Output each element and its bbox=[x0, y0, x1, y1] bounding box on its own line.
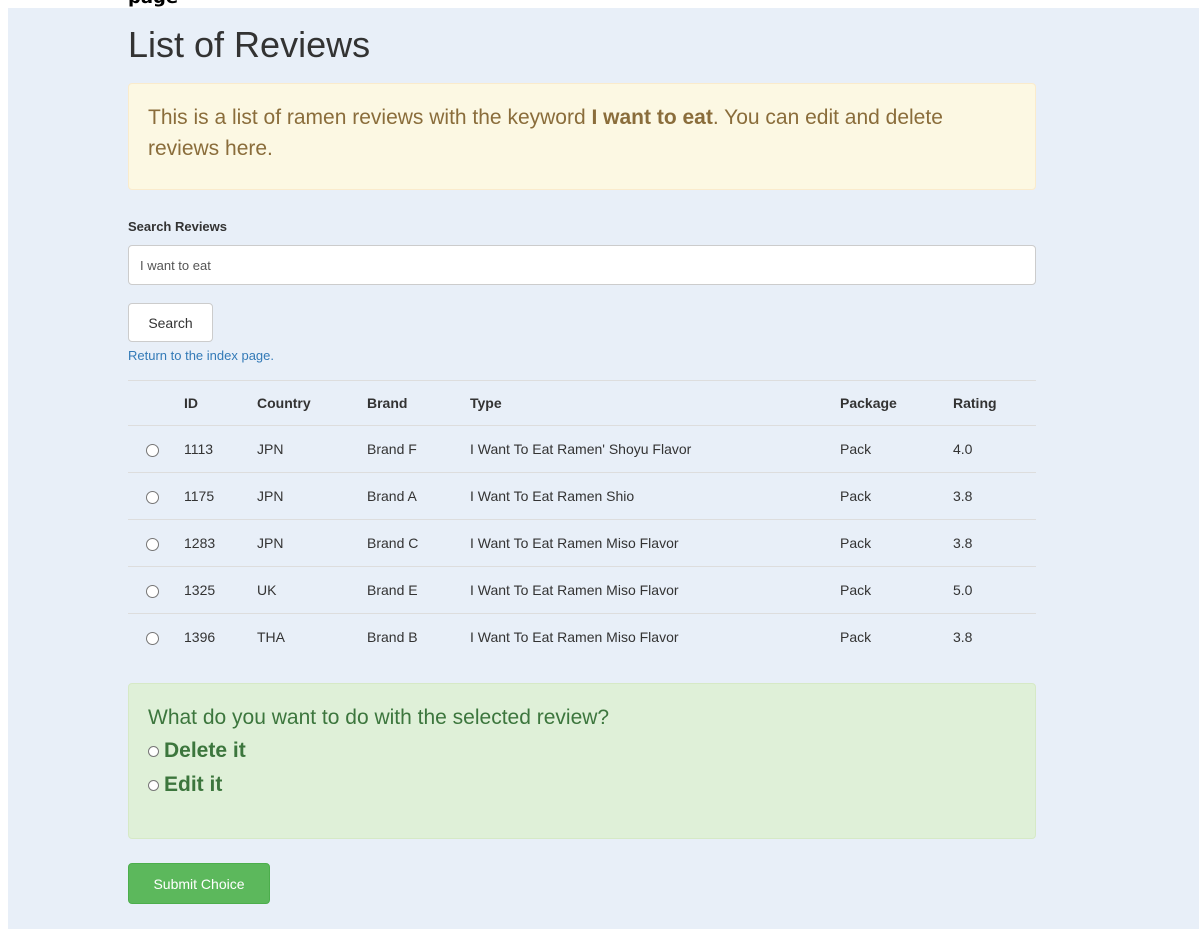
action-box: What do you want to do with the selected… bbox=[128, 683, 1036, 839]
cell-package: Pack bbox=[840, 519, 953, 567]
header-select bbox=[128, 380, 184, 426]
cell-rating: 5.0 bbox=[953, 566, 1036, 614]
search-label: Search Reviews bbox=[128, 219, 228, 234]
table-row: 1396 THA Brand B I Want To Eat Ramen Mis… bbox=[128, 613, 1036, 660]
top-strip: page bbox=[0, 0, 1199, 8]
cell-brand: Brand A bbox=[367, 472, 470, 520]
cell-type: I Want To Eat Ramen' Shoyu Flavor bbox=[470, 425, 840, 473]
cell-country: THA bbox=[257, 613, 367, 660]
header-type: Type bbox=[470, 380, 840, 426]
cell-rating: 4.0 bbox=[953, 425, 1036, 473]
page-title: List of Reviews bbox=[128, 24, 371, 65]
select-cell bbox=[128, 425, 184, 473]
search-input[interactable] bbox=[128, 245, 1036, 285]
cell-country: JPN bbox=[257, 472, 367, 520]
table-row: 1175 JPN Brand A I Want To Eat Ramen Shi… bbox=[128, 472, 1036, 520]
header-id: ID bbox=[184, 380, 257, 426]
edit-option-label: Edit it bbox=[164, 773, 223, 796]
table-row: 1283 JPN Brand C I Want To Eat Ramen Mis… bbox=[128, 519, 1036, 567]
edit-radio[interactable] bbox=[148, 779, 159, 791]
cell-rating: 3.8 bbox=[953, 613, 1036, 660]
select-cell bbox=[128, 566, 184, 614]
cell-id: 1113 bbox=[184, 425, 257, 473]
cell-type: I Want To Eat Ramen Miso Flavor bbox=[470, 566, 840, 614]
cell-type: I Want To Eat Ramen Shio bbox=[470, 472, 840, 520]
cell-brand: Brand B bbox=[367, 613, 470, 660]
delete-option-label: Delete it bbox=[164, 739, 246, 762]
top-heading-fragment: page bbox=[128, 0, 178, 8]
row-select-radio[interactable] bbox=[146, 631, 159, 645]
row-select-radio[interactable] bbox=[146, 490, 159, 504]
table-row: 1325 UK Brand E I Want To Eat Ramen Miso… bbox=[128, 566, 1036, 614]
cell-package: Pack bbox=[840, 472, 953, 520]
notice-keyword: I want to eat bbox=[591, 106, 713, 129]
cell-type: I Want To Eat Ramen Miso Flavor bbox=[470, 613, 840, 660]
select-cell bbox=[128, 613, 184, 660]
return-index-link[interactable]: Return to the index page. bbox=[128, 348, 274, 363]
header-brand: Brand bbox=[367, 380, 470, 426]
select-cell bbox=[128, 519, 184, 567]
action-question: What do you want to do with the selected… bbox=[148, 706, 610, 729]
edit-option[interactable]: Edit it bbox=[148, 768, 1016, 802]
cell-type: I Want To Eat Ramen Miso Flavor bbox=[470, 519, 840, 567]
cell-package: Pack bbox=[840, 566, 953, 614]
cell-rating: 3.8 bbox=[953, 472, 1036, 520]
row-select-radio[interactable] bbox=[146, 443, 159, 457]
cell-id: 1175 bbox=[184, 472, 257, 520]
submit-choice-button[interactable]: Submit Choice bbox=[128, 863, 270, 904]
cell-id: 1396 bbox=[184, 613, 257, 660]
header-rating: Rating bbox=[953, 380, 1036, 426]
table-header-row: ID Country Brand Type Package Rating bbox=[128, 380, 1036, 426]
cell-country: UK bbox=[257, 566, 367, 614]
table-row: 1113 JPN Brand F I Want To Eat Ramen' Sh… bbox=[128, 425, 1036, 473]
cell-brand: Brand F bbox=[367, 425, 470, 473]
search-button[interactable]: Search bbox=[128, 303, 213, 342]
row-select-radio[interactable] bbox=[146, 584, 159, 598]
cell-brand: Brand E bbox=[367, 566, 470, 614]
reviews-table: ID Country Brand Type Package Rating 111… bbox=[128, 380, 1036, 660]
notice-prefix: This is a list of ramen reviews with the… bbox=[148, 106, 592, 129]
cell-brand: Brand C bbox=[367, 519, 470, 567]
header-country: Country bbox=[257, 380, 367, 426]
cell-country: JPN bbox=[257, 519, 367, 567]
cell-package: Pack bbox=[840, 425, 953, 473]
cell-package: Pack bbox=[840, 613, 953, 660]
row-select-radio[interactable] bbox=[146, 537, 159, 551]
cell-country: JPN bbox=[257, 425, 367, 473]
cell-id: 1325 bbox=[184, 566, 257, 614]
delete-option[interactable]: Delete it bbox=[148, 734, 1016, 768]
info-notice: This is a list of ramen reviews with the… bbox=[128, 83, 1036, 190]
cell-id: 1283 bbox=[184, 519, 257, 567]
cell-rating: 3.8 bbox=[953, 519, 1036, 567]
header-package: Package bbox=[840, 380, 953, 426]
page: List of Reviews This is a list of ramen … bbox=[8, 8, 1199, 929]
select-cell bbox=[128, 472, 184, 520]
delete-radio[interactable] bbox=[148, 745, 159, 757]
